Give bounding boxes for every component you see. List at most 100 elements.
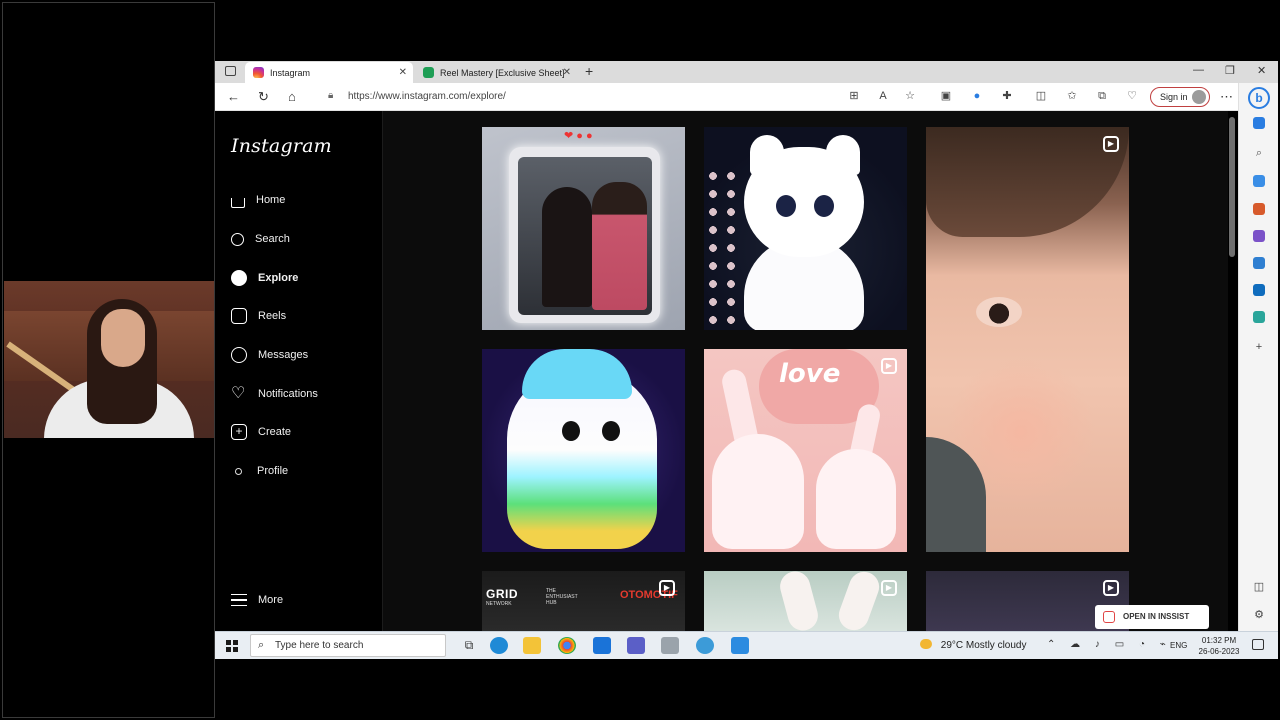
nav-label: Home [256, 194, 286, 206]
nav-home[interactable]: Home [231, 189, 285, 211]
favorite-star-icon[interactable]: ☆ [904, 90, 916, 102]
nav-explore[interactable]: Explore [231, 267, 298, 289]
apps-icon[interactable]: ⊞ [848, 90, 860, 102]
open-in-inssist-button[interactable]: OPEN IN INSSIST [1095, 605, 1209, 629]
nav-notifications[interactable]: ♡ Notifications [231, 383, 318, 405]
minimize-button[interactable]: — [1193, 64, 1204, 76]
inssist-icon [1103, 611, 1115, 623]
url-text: https://www.instagram.com/explore/ [348, 91, 506, 102]
edge-sidebar: b ⌕ + ◫ ⚙ [1238, 83, 1278, 659]
back-icon[interactable]: ← [227, 89, 240, 104]
url-field[interactable]: 🔒︎ https://www.instagram.com/explore/ [328, 90, 506, 102]
puppy-hat [522, 349, 632, 399]
cat-eye [814, 195, 834, 217]
m365-icon[interactable] [1253, 257, 1265, 269]
nav-messages[interactable]: Messages [231, 344, 308, 366]
mail-icon[interactable] [593, 637, 611, 654]
instagram-logo[interactable]: Instagram [231, 135, 332, 157]
games-icon[interactable] [1253, 230, 1265, 242]
bunny-ear [776, 571, 822, 631]
sign-in-label: Sign in [1160, 92, 1188, 102]
tab-instagram[interactable]: Instagram ✕ [245, 62, 413, 83]
nav-label: Create [258, 426, 292, 438]
nav-reels[interactable]: Reels [231, 305, 286, 327]
puzzle-icon[interactable]: ✚ [1001, 90, 1013, 102]
maximize-button[interactable]: ❐ [1225, 64, 1235, 77]
close-window-button[interactable]: ✕ [1257, 64, 1266, 77]
bing-icon[interactable]: b [1248, 87, 1270, 109]
search-icon: ⌕ [258, 639, 265, 651]
instagram-sidebar: Instagram Home Search Explore Reels Mess… [215, 111, 383, 631]
favorites-icon[interactable]: ✩ [1066, 90, 1078, 102]
nav-search[interactable]: Search [231, 228, 290, 250]
windows-start-icon[interactable] [226, 640, 238, 652]
outlook-icon[interactable] [1253, 284, 1265, 296]
performance-icon[interactable]: ♡ [1126, 90, 1138, 102]
toolbox-icon[interactable] [1253, 203, 1265, 215]
edge-icon[interactable] [490, 637, 508, 654]
file-explorer-icon[interactable] [523, 637, 541, 654]
more-options-icon[interactable]: ⋯ [1220, 89, 1233, 105]
new-tab-button[interactable]: + [585, 63, 593, 79]
language-indicator[interactable]: ENG [1170, 641, 1187, 650]
windows-taskbar: ⌕ Type here to search ⧉ 29°C Mostly clou… [215, 631, 1278, 659]
snowflake-app-icon[interactable] [696, 637, 714, 654]
read-aloud-icon[interactable]: A [877, 90, 889, 102]
tab-label: Instagram [270, 67, 311, 78]
search-icon [231, 232, 244, 246]
notification-center-icon[interactable] [1252, 639, 1264, 650]
weather-text: 29°C Mostly cloudy [940, 640, 1027, 651]
explore-icon [231, 270, 247, 286]
close-tab-icon[interactable]: ✕ [399, 67, 407, 78]
split-screen-icon[interactable]: ◫ [1035, 90, 1047, 102]
explore-post-white-cat[interactable] [704, 127, 907, 330]
screen: Instagram ✕ Reel Mastery [Exclusive Shee… [0, 0, 1280, 720]
sidebar-toggle-icon[interactable]: ◫ [1253, 581, 1265, 593]
nav-profile[interactable]: Profile [231, 460, 288, 482]
tag-icon[interactable] [1253, 175, 1265, 187]
teams-icon[interactable] [627, 637, 645, 654]
clock[interactable]: 01:32 PM 26-06-2023 [1195, 635, 1243, 657]
tab-reel-mastery[interactable]: Reel Mastery [Exclusive Sheet] ✕ [415, 62, 577, 83]
bell-icon[interactable] [1253, 117, 1265, 129]
love-text: love [779, 359, 841, 389]
close-tab-icon[interactable]: ✕ [563, 67, 571, 78]
explore-post-rainbow-puppy[interactable] [482, 349, 685, 552]
drop-icon[interactable] [1253, 311, 1265, 323]
page-scrollbar[interactable] [1229, 117, 1235, 257]
explore-post-couple[interactable]: ❤ ● ● [482, 127, 685, 330]
inssist-label: OPEN IN INSSIST [1123, 612, 1190, 621]
sign-in-button[interactable]: Sign in [1150, 87, 1210, 107]
cat-head [744, 147, 864, 257]
taskbar-search-input[interactable]: ⌕ Type here to search [250, 634, 446, 657]
puppy-eye [602, 421, 620, 441]
weather-widget[interactable]: 29°C Mostly cloudy [920, 639, 1026, 651]
home-button-icon[interactable]: ⌂ [288, 89, 296, 104]
explore-reel-baby[interactable]: ▶ [926, 127, 1129, 552]
grid-logo-text: GRID [486, 587, 518, 601]
task-view-icon[interactable]: ⧉ [460, 637, 478, 654]
tab-actions-icon[interactable] [225, 66, 236, 76]
nav-create[interactable]: + Create [231, 421, 291, 443]
nav-label: Notifications [258, 388, 318, 400]
edge-beta-icon[interactable] [731, 637, 749, 654]
post-person-left [542, 187, 592, 307]
explore-reel-bunny[interactable]: ▶ [704, 571, 907, 631]
explore-reel-grid-network[interactable]: GRID THE ENTHUSIAST HUB NETWORK OTOMOTIF… [482, 571, 685, 631]
nav-more[interactable]: More [231, 589, 283, 611]
explore-grid: ❤ ● ● ▶ love ▶ GRID THE ENTHUSIAST HUB N… [383, 111, 1228, 631]
bunny-left [712, 434, 804, 549]
sheets-favicon-icon [423, 67, 434, 78]
chrome-icon[interactable] [558, 637, 576, 654]
refresh-icon[interactable]: ↻ [258, 89, 269, 105]
system-tray[interactable]: ⌃ ☁ ♪ ▭ ◔ ⌁ [1047, 639, 1172, 650]
baby-eye [976, 297, 1022, 327]
add-icon[interactable]: + [1253, 341, 1265, 353]
search-sidebar-icon[interactable]: ⌕ [1253, 147, 1265, 159]
extension-icon[interactable]: ▣ [940, 90, 952, 102]
settings-gear-icon[interactable]: ⚙ [1253, 609, 1265, 621]
edge-extension-icon[interactable]: ● [971, 90, 983, 102]
collections-icon[interactable]: ⧉ [1096, 90, 1108, 102]
explore-reel-bunnies-love[interactable]: love ▶ [704, 349, 907, 552]
app-icon[interactable] [661, 637, 679, 654]
